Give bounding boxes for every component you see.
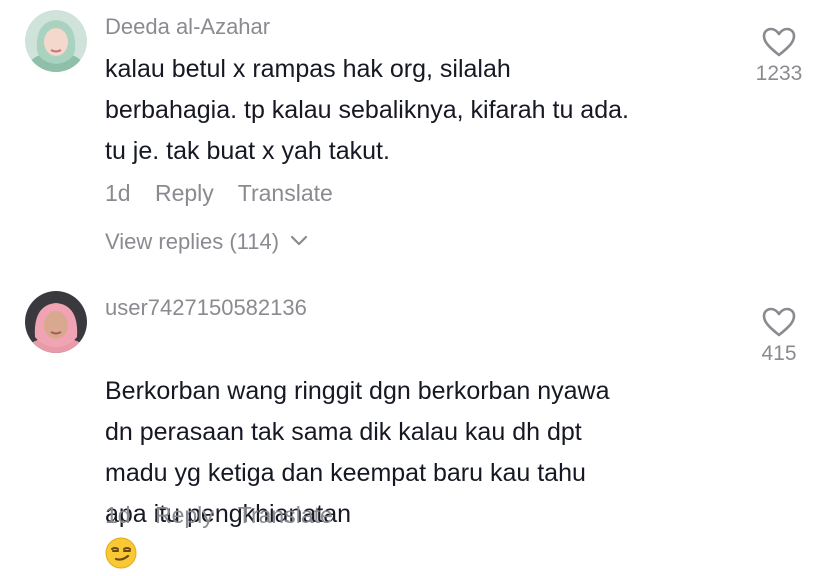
comment-meta: 1d Reply Translate bbox=[105, 180, 351, 207]
view-replies-button[interactable]: View replies (114) bbox=[105, 229, 309, 255]
reply-button[interactable]: Reply bbox=[155, 502, 214, 528]
heart-icon bbox=[762, 27, 796, 57]
heart-icon bbox=[762, 307, 796, 337]
comment-age: 1d bbox=[105, 180, 131, 206]
avatar[interactable] bbox=[25, 291, 87, 353]
translate-button[interactable]: Translate bbox=[238, 502, 333, 528]
avatar[interactable] bbox=[25, 10, 87, 72]
smirking-face-emoji bbox=[105, 537, 137, 569]
comment-username[interactable]: Deeda al-Azahar bbox=[105, 14, 270, 40]
comment-text: Berkorban wang ringgit dgn berkorban nya… bbox=[105, 330, 735, 576]
translate-button[interactable]: Translate bbox=[238, 180, 333, 206]
comment-username[interactable]: user7427150582136 bbox=[105, 295, 307, 321]
comment-age: 1d bbox=[105, 502, 131, 528]
like-count: 1233 bbox=[755, 62, 803, 85]
like-count: 415 bbox=[761, 342, 797, 365]
comment-meta: 1d Reply Translate bbox=[105, 502, 351, 529]
comment-text: kalau betul x rampas hak org, silalah be… bbox=[105, 55, 629, 165]
like-button[interactable]: 1233 bbox=[744, 26, 814, 86]
like-button[interactable]: 415 bbox=[744, 306, 814, 366]
chevron-down-icon bbox=[291, 235, 308, 246]
reply-button[interactable]: Reply bbox=[155, 180, 214, 206]
view-replies-label: View replies (114) bbox=[105, 229, 280, 254]
